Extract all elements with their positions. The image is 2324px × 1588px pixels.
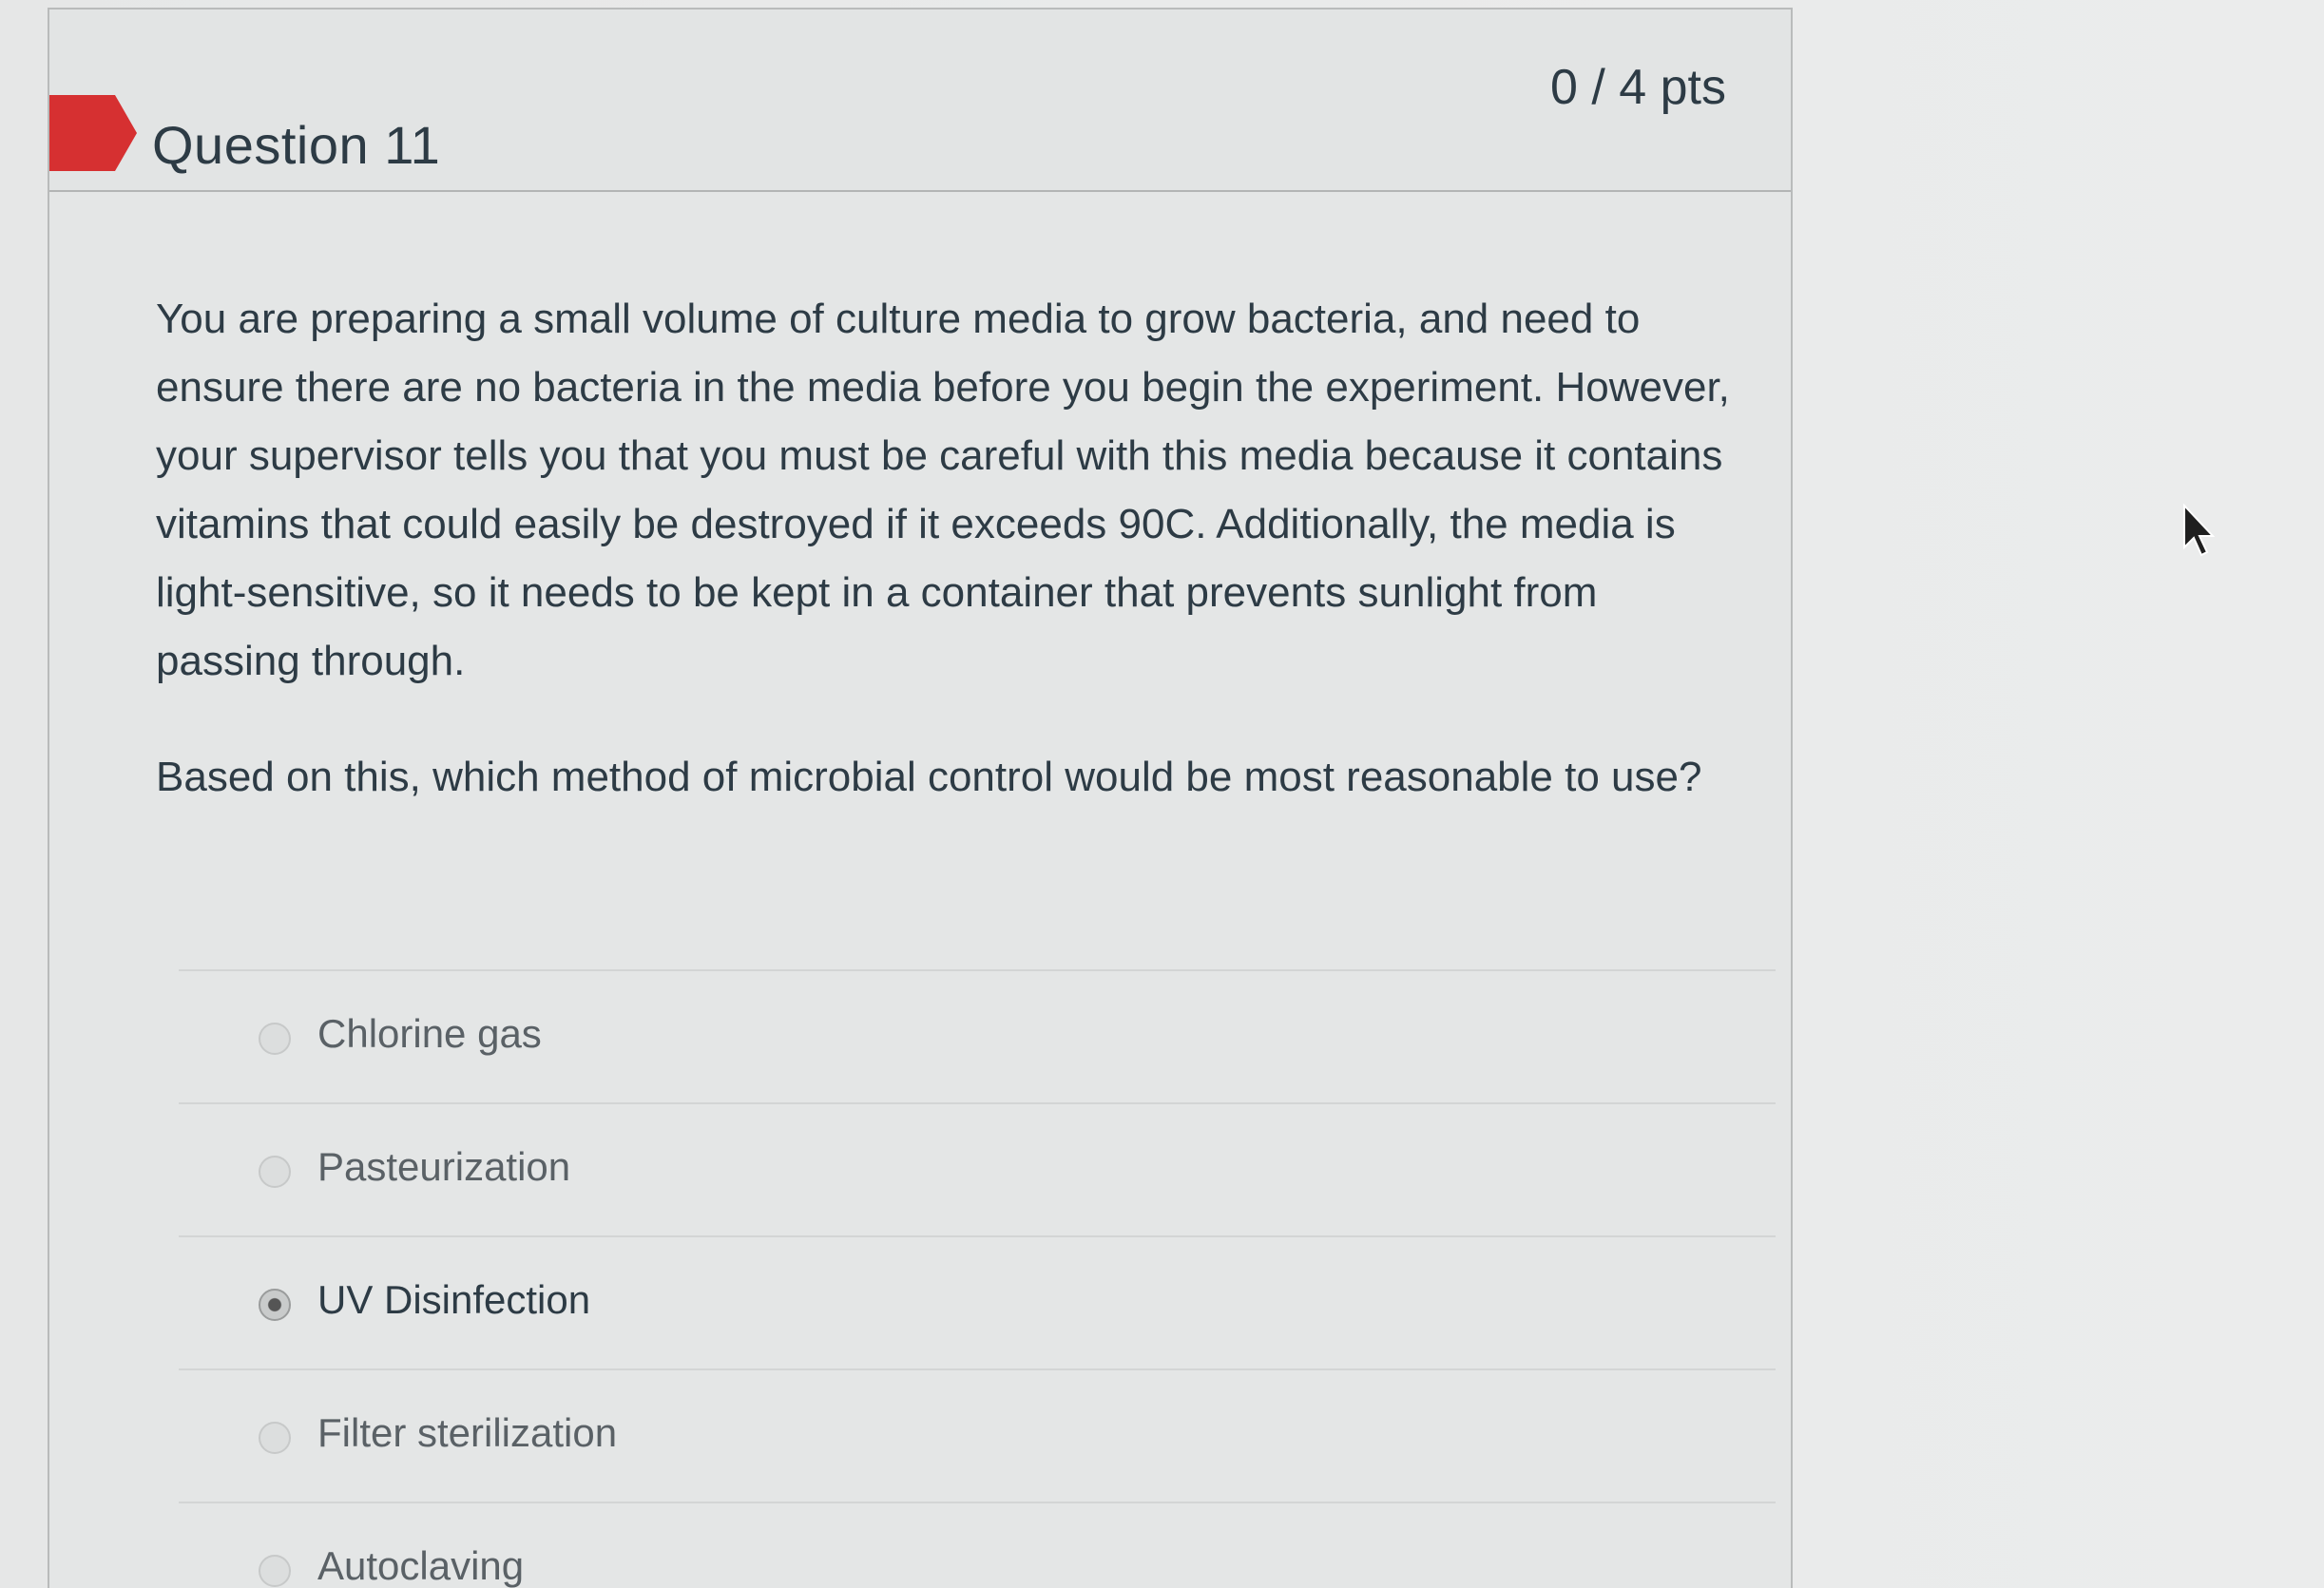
incorrect-flag-icon — [49, 95, 137, 171]
question-paragraph-2: Based on this, which method of microbial… — [156, 754, 1702, 800]
answer-option-4[interactable]: Autoclaving — [179, 1502, 1776, 1588]
answer-option-2[interactable]: UV Disinfection — [179, 1235, 1776, 1368]
answer-list: Chlorine gas Pasteurization UV Disinfect… — [179, 969, 1776, 1588]
answer-option-3[interactable]: Filter sterilization — [179, 1368, 1776, 1502]
answer-label: UV Disinfection — [317, 1277, 591, 1322]
question-header: Question 11 0 / 4 pts — [49, 10, 1791, 192]
radio-button[interactable] — [259, 1156, 291, 1188]
answer-option-0[interactable]: Chlorine gas — [179, 969, 1776, 1102]
question-card: Question 11 0 / 4 pts You are preparing … — [48, 8, 1793, 1588]
radio-button[interactable] — [259, 1555, 291, 1587]
radio-button[interactable] — [259, 1023, 291, 1055]
answer-label: Autoclaving — [317, 1543, 525, 1588]
question-title: Question 11 — [152, 115, 441, 175]
mouse-cursor-icon — [2183, 504, 2216, 557]
radio-button-selected[interactable] — [259, 1289, 291, 1321]
answer-label: Filter sterilization — [317, 1410, 618, 1455]
answer-option-1[interactable]: Pasteurization — [179, 1102, 1776, 1235]
question-text: You are preparing a small volume of cult… — [156, 285, 1753, 859]
answer-label: Pasteurization — [317, 1144, 571, 1189]
page: Question 11 0 / 4 pts You are preparing … — [0, 0, 2324, 1588]
answer-label: Chlorine gas — [317, 1011, 542, 1056]
question-paragraph-1: You are preparing a small volume of cult… — [156, 296, 1730, 684]
question-points: 0 / 4 pts — [1550, 60, 1726, 115]
radio-button[interactable] — [259, 1422, 291, 1454]
